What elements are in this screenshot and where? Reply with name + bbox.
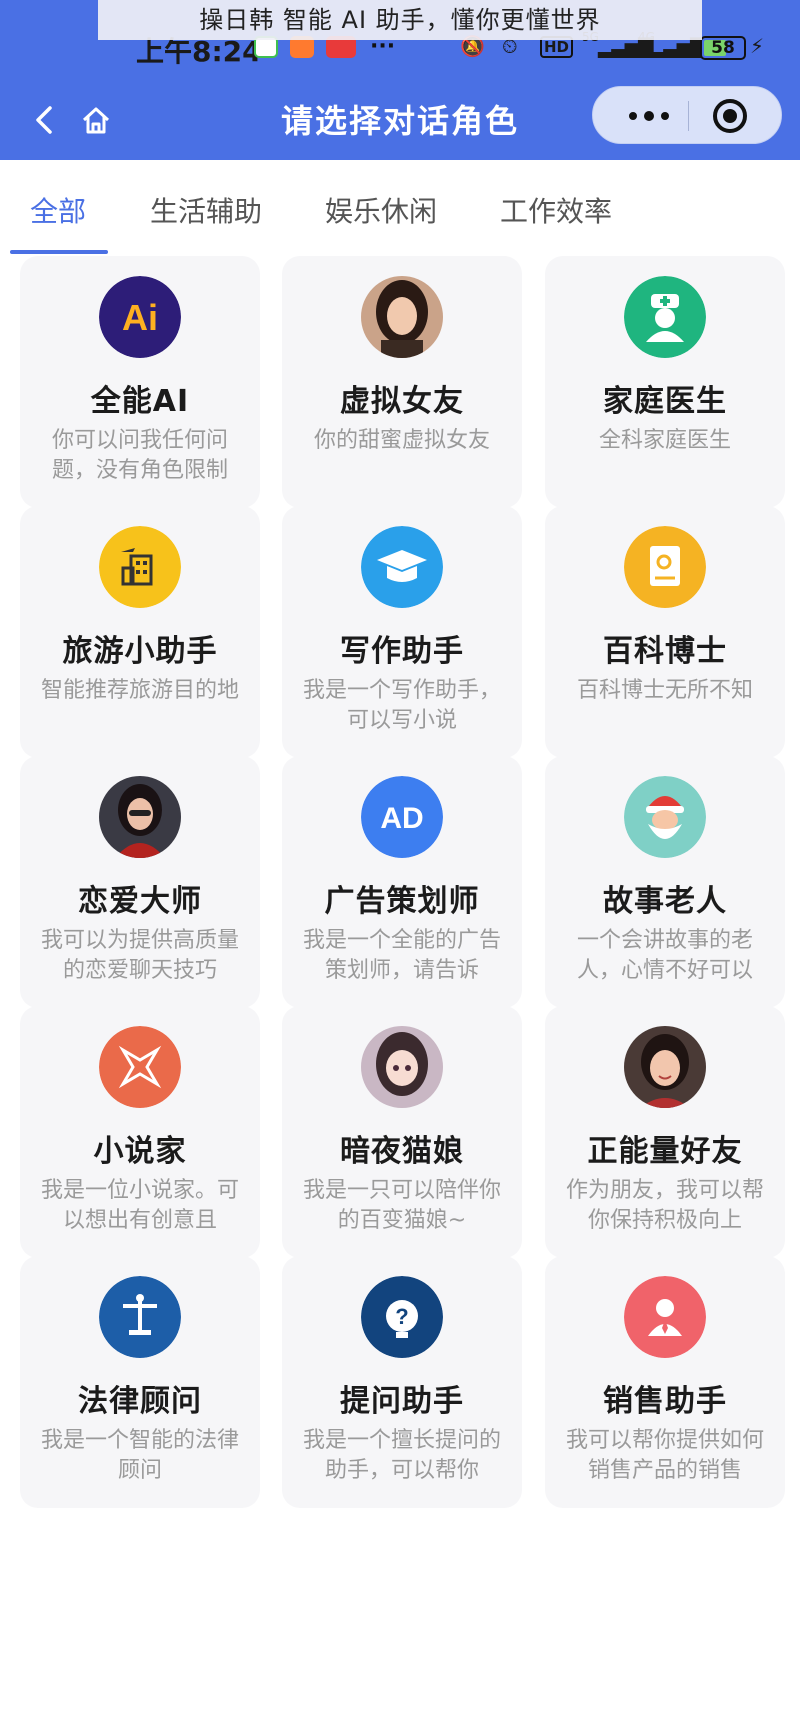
role-description: 你可以问我任何问题，没有角色限制 xyxy=(51,428,228,483)
role-description: 我是一个写作助手，可以写小说 xyxy=(302,678,501,733)
svg-text:?: ? xyxy=(395,1304,408,1329)
role-card[interactable]: 百科博士百科博士无所不知 xyxy=(545,506,785,758)
travel-city-icon xyxy=(99,526,181,608)
role-description: 我可以为提供高质量的恋爱聊天技巧 xyxy=(40,928,239,983)
role-card[interactable]: ? 提问助手我是一个擅长提问的助手，可以帮你 xyxy=(282,1256,522,1508)
encyclopedia-book-icon xyxy=(624,526,706,608)
graduation-cap-icon xyxy=(361,526,443,608)
role-card[interactable]: 法律顾问我是一个智能的法律顾问 xyxy=(20,1256,260,1508)
mini-program-capsule xyxy=(592,86,782,144)
role-name: 广告策划师 xyxy=(324,884,480,919)
role-card[interactable]: 销售助手我可以帮你提供如何销售产品的销售 xyxy=(545,1256,785,1508)
role-card[interactable]: 暗夜猫娘我是一只可以陪伴你的百变猫娘~ xyxy=(282,1006,522,1258)
role-description: 我是一个擅长提问的助手，可以帮你 xyxy=(302,1428,501,1483)
law-scale-icon xyxy=(99,1276,181,1358)
role-description: 全科家庭医生 xyxy=(598,428,731,453)
role-card[interactable]: 家庭医生全科家庭医生 xyxy=(545,256,785,508)
role-description: 一个会讲故事的老人，心情不好可以 xyxy=(576,928,753,983)
role-card[interactable]: 恋爱大师我可以为提供高质量的恋爱聊天技巧 xyxy=(20,756,260,1008)
role-name: 写作助手 xyxy=(340,634,464,669)
role-card[interactable]: 故事老人一个会讲故事的老人，心情不好可以 xyxy=(545,756,785,1008)
shuriken-icon xyxy=(99,1026,181,1108)
role-card[interactable]: 虚拟女友你的甜蜜虚拟女友 xyxy=(282,256,522,508)
role-description: 我是一只可以陪伴你的百变猫娘~ xyxy=(302,1178,501,1233)
role-description: 我是一个智能的法律顾问 xyxy=(40,1428,239,1483)
tab-work[interactable]: 工作效率 xyxy=(500,190,612,230)
category-tabs: 全部 生活辅助 娱乐休闲 工作效率 xyxy=(0,160,800,256)
role-description: 你的甜蜜虚拟女友 xyxy=(313,428,490,453)
target-circle-icon[interactable] xyxy=(711,97,749,135)
role-card[interactable]: AD 广告策划师我是一个全能的广告策划师，请告诉 xyxy=(282,756,522,1008)
role-card[interactable]: 正能量好友作为朋友，我可以帮你保持积极向上 xyxy=(545,1006,785,1258)
role-card[interactable]: Ai 全能AI 你可以问我任何问题，没有角色限制 xyxy=(20,256,260,508)
anime-girl-avatar xyxy=(361,1026,443,1108)
role-name: 小说家 xyxy=(93,1134,187,1169)
svg-text:Ai: Ai xyxy=(122,297,158,338)
woman-portrait-avatar xyxy=(99,776,181,858)
battery-level: 58 xyxy=(711,38,735,58)
role-description: 我是一个全能的广告策划师，请告诉 xyxy=(302,928,501,983)
tab-entertainment[interactable]: 娱乐休闲 xyxy=(325,190,437,230)
overlay-caption: 操日韩 智能 AI 助手，懂你更懂世界 xyxy=(98,0,702,40)
role-name: 全能AI xyxy=(90,384,190,419)
role-description: 作为朋友，我可以帮你保持积极向上 xyxy=(565,1178,764,1233)
question-bulb-icon: ? xyxy=(361,1276,443,1358)
role-description: 百科博士无所不知 xyxy=(576,678,753,703)
role-name: 百科博士 xyxy=(603,634,727,669)
battery-indicator: 58 xyxy=(700,36,746,60)
role-name: 恋爱大师 xyxy=(78,884,202,919)
capsule-divider xyxy=(688,101,689,131)
role-description: 智能推荐旅游目的地 xyxy=(40,678,239,703)
role-name: 故事老人 xyxy=(603,884,727,919)
role-name: 虚拟女友 xyxy=(340,384,464,419)
role-card[interactable]: 写作助手我是一个写作助手，可以写小说 xyxy=(282,506,522,758)
role-name: 正能量好友 xyxy=(587,1134,743,1169)
role-name: 旅游小助手 xyxy=(62,634,218,669)
svg-text:AD: AD xyxy=(380,802,423,835)
role-name: 暗夜猫娘 xyxy=(340,1134,464,1169)
role-name: 家庭医生 xyxy=(603,384,727,419)
role-name: 提问助手 xyxy=(340,1384,464,1419)
smiling-girl-avatar xyxy=(624,1026,706,1108)
role-description: 我可以帮你提供如何销售产品的销售 xyxy=(565,1428,764,1483)
ai-logo-icon: Ai xyxy=(99,276,181,358)
role-name: 法律顾问 xyxy=(78,1384,202,1419)
role-card[interactable]: 小说家我是一位小说家。可以想出有创意且 xyxy=(20,1006,260,1258)
role-grid: Ai 全能AI 你可以问我任何问题，没有角色限制 虚拟女友 你的甜蜜虚拟女友 家庭医生 全科… xyxy=(0,256,800,1733)
role-name: 销售助手 xyxy=(603,1384,727,1419)
more-dots-icon[interactable] xyxy=(619,100,679,132)
tab-all[interactable]: 全部 xyxy=(30,190,86,230)
role-card[interactable]: 旅游小助手智能推荐旅游目的地 xyxy=(20,506,260,758)
doctor-icon xyxy=(624,276,706,358)
role-description: 我是一位小说家。可以想出有创意且 xyxy=(40,1178,239,1233)
tab-life[interactable]: 生活辅助 xyxy=(150,190,262,230)
active-tab-indicator xyxy=(10,250,108,254)
ad-badge-icon: AD xyxy=(361,776,443,858)
santa-old-man-icon xyxy=(624,776,706,858)
girl-portrait-avatar xyxy=(361,276,443,358)
charging-icon: ⚡ xyxy=(750,34,765,58)
salesperson-icon xyxy=(624,1276,706,1358)
